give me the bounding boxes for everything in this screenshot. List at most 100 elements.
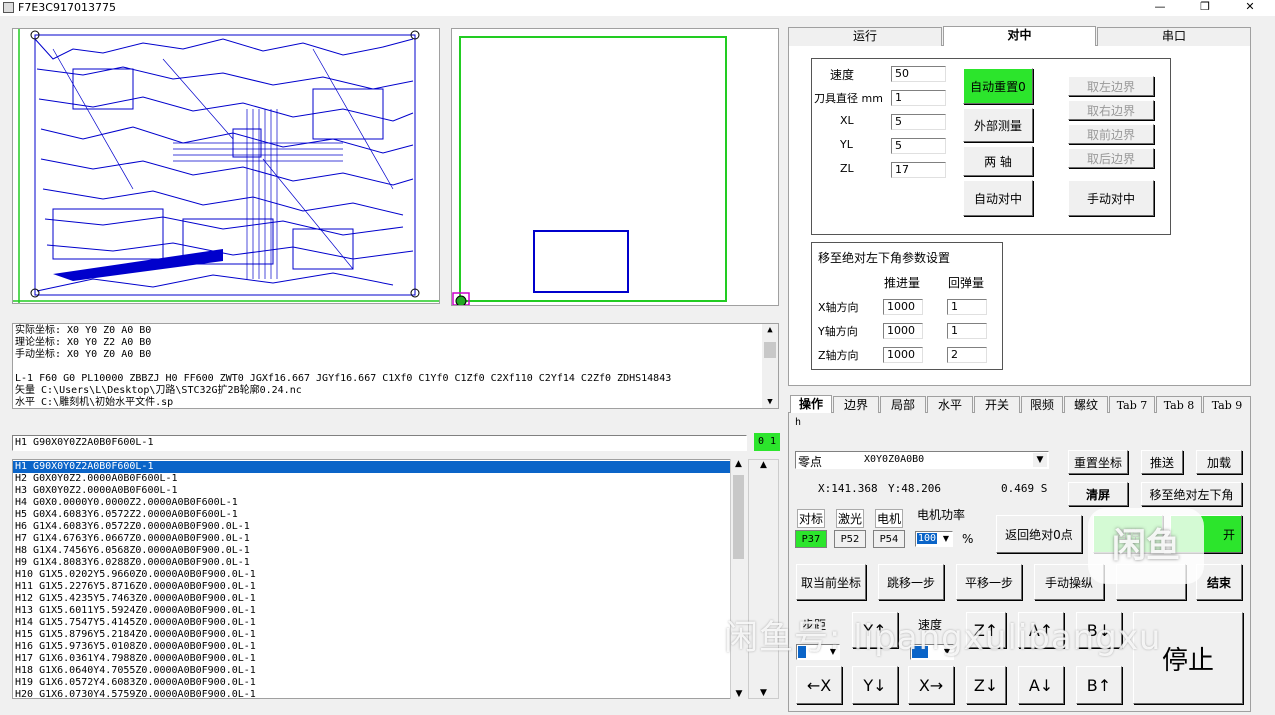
gcode-line[interactable]: H16 G1X5.9736Y5.0108Z0.0000A0B0F900.0L-1 [13,641,745,653]
scroll-down-icon[interactable]: ▼ [731,689,747,699]
tab-9[interactable]: Tab 9 [1203,396,1251,413]
gcode-line[interactable]: H18 G1X6.0640Y4.7055Z0.0000A0B0F900.0L-1 [13,665,745,677]
x-rebound-field[interactable]: 1 [947,299,987,315]
gcode-line[interactable]: H10 G1X5.0202Y5.9660Z0.0000A0B0F900.0L-1 [13,569,745,581]
scroll-up-icon[interactable]: ▲ [749,460,778,472]
manual-center-button[interactable]: 手动对中 [1068,180,1154,216]
x-left-button[interactable]: ←X [796,666,842,704]
take-left-edge-button[interactable]: 取左边界 [1068,76,1154,96]
reset-coordinates-button[interactable]: 重置坐标 [1068,450,1128,474]
chevron-down-icon[interactable]: ▼ [940,532,952,546]
gcode-line[interactable]: H7 G1X4.6763Y6.0667Z0.0000A0B0F900.0L-1 [13,533,745,545]
scroll-up-icon[interactable]: ▲ [762,324,778,338]
take-front-edge-button[interactable]: 取前边界 [1068,124,1154,144]
console-output[interactable]: 实际坐标: X0 Y0 Z0 A0 B0 理论坐标: X0 Y0 Z2 A0 B… [12,323,779,409]
gcode-line[interactable]: H19 G1X6.0572Y4.6083Z0.0000A0B0F900.0L-1 [13,677,745,689]
gcode-line[interactable]: H13 G1X5.6011Y5.5924Z0.0000A0B0F900.0L-1 [13,605,745,617]
minimize-button[interactable]: — [1140,0,1180,15]
two-axis-button[interactable]: 两 轴 [963,146,1033,176]
frame-preview-canvas[interactable] [451,28,779,307]
y-rebound-field[interactable]: 1 [947,323,987,339]
tool-diameter-field[interactable]: 1 [891,90,946,106]
gcode-line[interactable]: H3 G0X0Y0Z2.0000A0B0F600L-1 [13,485,745,497]
auto-center-button[interactable]: 自动对中 [963,180,1033,216]
console-line: 矢量 C:\Users\L\Desktop\刀路\STC32G扩2B轮廓0.24… [15,385,302,396]
tab-boundary[interactable]: 边界 [833,396,879,413]
gcode-line[interactable]: H14 G1X5.7547Y5.4145Z0.0000A0B0F900.0L-1 [13,617,745,629]
a-down-button[interactable]: A↓ [1018,666,1064,704]
gcode-line[interactable]: H2 G0X0Y0Z2.0000A0B0F600L-1 [13,473,745,485]
jump-step-button[interactable]: 跳移一步 [878,564,944,600]
gcode-line[interactable]: H6 G1X4.6083Y6.0572Z0.0000A0B0F900.0L-1 [13,521,745,533]
tab-7[interactable]: Tab 7 [1109,396,1155,413]
z-down-button[interactable]: Z↓ [966,666,1006,704]
command-input[interactable]: H1 G90X0Y0Z2A0B0F600L-1 [12,435,747,451]
zero-point-select[interactable]: 零点 X0Y0Z0A0B0 ▼ [795,451,1049,469]
take-right-edge-button[interactable]: 取右边界 [1068,100,1154,120]
speed-field[interactable]: 50 [891,66,946,82]
scroll-thumb[interactable] [764,342,776,358]
tab-thread[interactable]: 螺纹 [1064,396,1108,413]
tab-8[interactable]: Tab 8 [1156,396,1202,413]
gcode-line[interactable]: H20 G1X6.0730Y4.5759Z0.0000A0B0F900.0L-1 [13,689,745,698]
console-scrollbar[interactable]: ▲ ▼ [762,324,778,408]
tab-center[interactable]: 对中 [943,26,1096,46]
gcode-line[interactable]: H9 G1X4.8083Y6.0288Z0.0000A0B0F900.0L-1 [13,557,745,569]
yl-field[interactable]: 5 [891,138,946,154]
z-push-field[interactable]: 1000 [883,347,923,363]
gcode-line[interactable]: H17 G1X6.0361Y4.7988Z0.0000A0B0F900.0L-1 [13,653,745,665]
push-button[interactable]: 推送 [1141,450,1183,474]
gcode-line[interactable]: H12 G1X5.4235Y5.7463Z0.0000A0B0F900.0L-1 [13,593,745,605]
x-push-field[interactable]: 1000 [883,299,923,315]
gcode-line[interactable]: H1 G90X0Y0Z2A0B0F600L-1 [13,461,745,473]
side-scrollbar[interactable]: ▲ ▼ [748,459,779,699]
tab-level[interactable]: 水平 [927,396,973,413]
tab-serial[interactable]: 串口 [1097,27,1251,46]
shift-step-button[interactable]: 平移一步 [956,564,1022,600]
gcode-line[interactable]: H4 G0X0.0000Y0.0000Z2.0000A0B0F600L-1 [13,497,745,509]
auto-reset-button[interactable]: 自动重置0 [963,68,1033,104]
gcode-line[interactable]: H15 G1X5.8796Y5.2184Z0.0000A0B0F900.0L-1 [13,629,745,641]
p37-toggle[interactable]: P37 [795,530,827,548]
load-button[interactable]: 加载 [1196,450,1242,474]
motor-power-label: 电机功率 [917,508,966,522]
tab-switch[interactable]: 开关 [974,396,1020,413]
tab-freq-limit[interactable]: 限频 [1021,396,1063,413]
p52-toggle[interactable]: P52 [834,530,866,548]
gcode-list[interactable]: H1 G90X0Y0Z2A0B0F600L-1 H2 G0X0Y0Z2.0000A… [12,459,746,699]
tab-local[interactable]: 局部 [880,396,926,413]
scroll-down-icon[interactable]: ▼ [749,688,778,698]
chevron-down-icon[interactable]: ▼ [1033,453,1047,467]
elapsed-time: 0.469 S [1001,482,1048,495]
gcode-line[interactable]: H11 G1X5.2276Y5.8716Z0.0000A0B0F900.0L-1 [13,581,745,593]
gcode-line[interactable]: H8 G1X4.7456Y6.0568Z0.0000A0B0F900.0L-1 [13,545,745,557]
move-abs-lower-left-button[interactable]: 移至绝对左下角 [1141,482,1242,506]
p54-toggle[interactable]: P54 [873,530,905,548]
push-header: 推进量 [884,276,921,290]
gcode-line[interactable]: H5 G0X4.6083Y6.0572Z2.0000A0B0F600L-1 [13,509,745,521]
scroll-down-icon[interactable]: ▼ [762,396,778,408]
tab-run[interactable]: 运行 [788,27,942,46]
close-button[interactable]: ✕ [1230,0,1270,15]
return-abs-zero-button[interactable]: 返回绝对0点 [996,515,1082,553]
scroll-thumb[interactable] [733,475,744,559]
tab-operate[interactable]: 操作 [790,395,832,413]
motor-power-select[interactable]: 100 ▼ [915,531,953,547]
x-right-button[interactable]: X→ [908,666,954,704]
pcb-preview-canvas[interactable] [12,28,440,304]
b-up-button[interactable]: B↑ [1076,666,1122,704]
scroll-up-icon[interactable]: ▲ [731,459,746,473]
frame-drawing [452,36,727,307]
external-measure-button[interactable]: 外部测量 [963,108,1033,142]
gcode-list-scrollbar[interactable]: ▲ ▼ [730,459,746,699]
take-current-coord-button[interactable]: 取当前坐标 [796,564,866,600]
clear-screen-button[interactable]: 清屏 [1068,482,1128,506]
y-push-field[interactable]: 1000 [883,323,923,339]
maximize-button[interactable]: ❐ [1185,0,1225,15]
xl-field[interactable]: 5 [891,114,946,130]
take-back-edge-button[interactable]: 取后边界 [1068,148,1154,168]
y-down-button[interactable]: Y↓ [852,666,898,704]
z-rebound-field[interactable]: 2 [947,347,987,363]
zl-field[interactable]: 17 [891,162,946,178]
